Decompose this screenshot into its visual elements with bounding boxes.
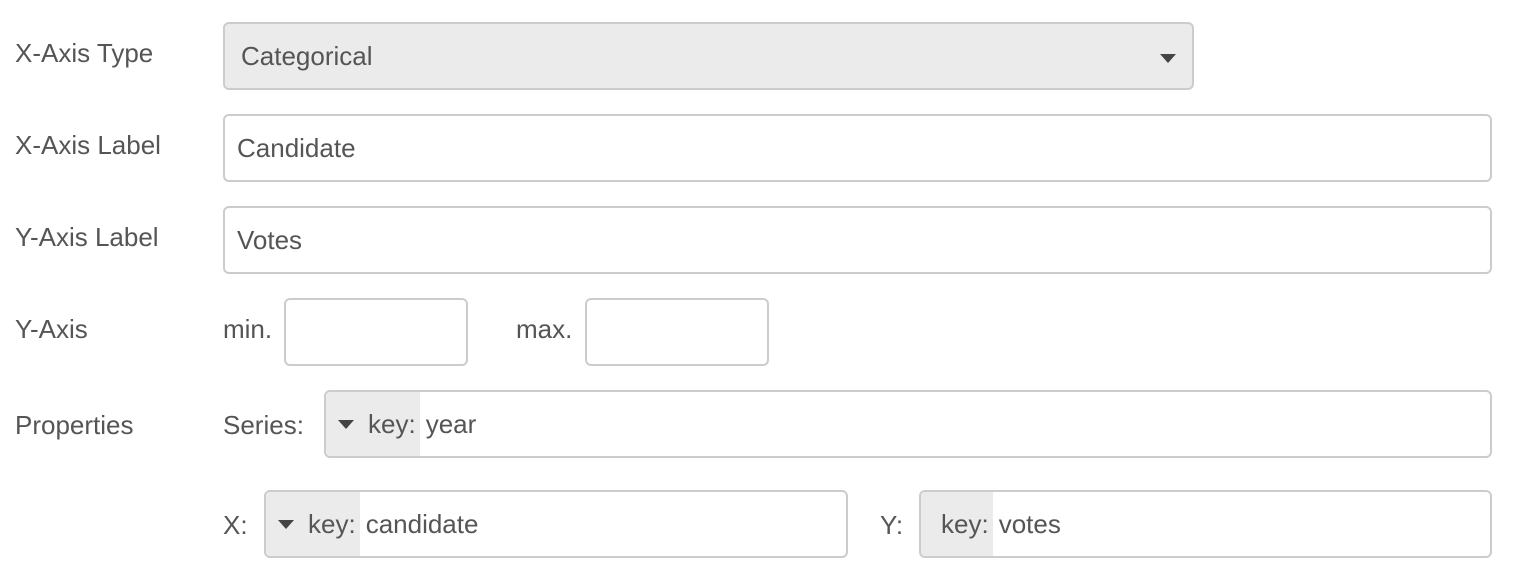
series-key-label: key: [368,408,416,439]
x-key-value: candidate [365,508,479,539]
series-key-value: year [425,408,477,439]
y-axis-min-input[interactable] [284,298,468,366]
x-axis-label-input[interactable]: Candidate [223,114,1492,182]
x-key-selector[interactable]: key: [266,492,360,556]
x-axis-type-select[interactable]: Categorical [223,22,1194,90]
chevron-down-icon [1160,54,1176,63]
y-axis-label-value: Votes [237,224,303,255]
y-axis-min-label: min. [223,314,273,344]
chevron-down-icon [278,519,294,529]
x-axis-type-label: X-Axis Type [15,38,154,68]
y-axis-label-label: Y-Axis Label [15,222,159,252]
x-axis-label-label: X-Axis Label [15,130,161,160]
y-axis-max-label: max. [516,314,573,344]
y-axis-max-input[interactable] [585,298,769,366]
y-key-key-label: key: [941,508,989,539]
series-label: Series: [223,410,304,440]
y-key-selector: key: [921,492,993,556]
y-axis-range-label: Y-Axis [15,314,88,344]
series-key-selector[interactable]: key: [326,392,420,456]
y-key-label: Y: [880,510,904,540]
properties-label: Properties [15,410,134,440]
y-key-field[interactable]: key: votes [919,490,1492,558]
x-key-label: X: [223,510,248,540]
x-axis-type-selected-value: Categorical [241,40,373,71]
chevron-down-icon [338,419,354,429]
y-axis-label-input[interactable]: Votes [223,206,1492,274]
series-key-field[interactable]: key: year [324,390,1492,458]
x-axis-label-value: Candidate [237,132,356,163]
x-key-key-label: key: [308,508,356,539]
y-key-value: votes [998,508,1061,539]
x-key-field[interactable]: key: candidate [264,490,848,558]
